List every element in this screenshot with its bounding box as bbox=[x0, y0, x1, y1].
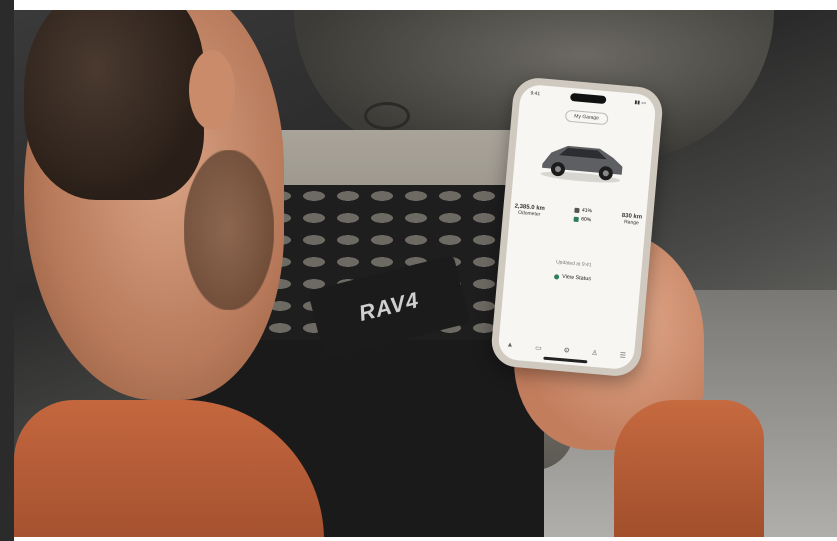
status-time: 9:41 bbox=[530, 90, 541, 98]
nav-gear-icon[interactable]: ⚙ bbox=[563, 346, 570, 355]
dynamic-island bbox=[569, 92, 607, 105]
photo-frame: RAV4 9:41 ▮▮ ▭ My Garage 2,385.0 km Odom… bbox=[0, 0, 837, 541]
battery-icon bbox=[573, 216, 580, 222]
view-status-label: View Status bbox=[561, 273, 592, 283]
nav-map-icon[interactable]: ▭ bbox=[535, 344, 542, 353]
brand-emblem-icon bbox=[364, 102, 410, 130]
view-status-button[interactable]: View Status bbox=[553, 273, 592, 283]
odometer-label: Odometer bbox=[517, 209, 541, 218]
person-hair bbox=[24, 10, 204, 200]
energy-levels: 41% 60% bbox=[573, 207, 593, 224]
smartphone: 9:41 ▮▮ ▭ My Garage 2,385.0 km Odometer bbox=[489, 76, 665, 378]
vehicle-selector[interactable]: My Garage bbox=[564, 109, 609, 126]
person-sleeve bbox=[614, 400, 764, 537]
person-beard bbox=[184, 150, 274, 310]
vehicle-stats: 2,385.0 km Odometer 41% 60% 830 km Range bbox=[514, 201, 643, 227]
odometer-stat: 2,385.0 km Odometer bbox=[514, 203, 545, 218]
nav-menu-icon[interactable]: ☰ bbox=[619, 351, 626, 360]
battery-percent: 60% bbox=[580, 216, 592, 224]
phone-screen: 9:41 ▮▮ ▭ My Garage 2,385.0 km Odometer bbox=[497, 83, 657, 371]
home-indicator[interactable] bbox=[543, 356, 588, 364]
range-label: Range bbox=[623, 218, 640, 226]
product-photo: RAV4 9:41 ▮▮ ▭ My Garage 2,385.0 km Odom… bbox=[14, 10, 837, 537]
refresh-icon bbox=[553, 273, 560, 280]
fuel-percent: 41% bbox=[581, 207, 593, 215]
left-edge bbox=[0, 0, 14, 541]
fuel-icon bbox=[574, 207, 581, 213]
bottom-nav: ▲ ▭ ⚙ ♙ ☰ bbox=[506, 341, 626, 359]
nav-car-icon[interactable]: ▲ bbox=[506, 341, 514, 350]
updated-timestamp: Updated at 9:41 bbox=[555, 259, 592, 269]
person-ear bbox=[189, 50, 235, 130]
vehicle-image-icon bbox=[540, 145, 623, 183]
nav-person-icon[interactable]: ♙ bbox=[591, 349, 598, 358]
range-stat: 830 km Range bbox=[621, 212, 643, 226]
signal-icon: ▮▮ ▭ bbox=[634, 99, 647, 107]
